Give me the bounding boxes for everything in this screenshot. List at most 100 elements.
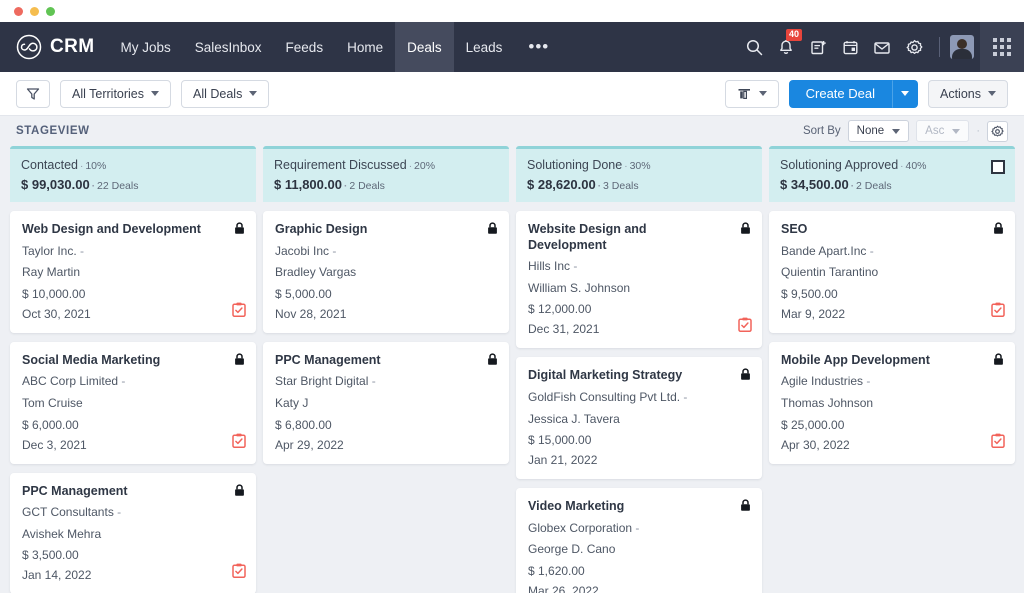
deal-title: PPC Management <box>22 483 128 498</box>
deal-card[interactable]: Website Design and Development Hills Inc … <box>516 211 762 349</box>
stage-column-header[interactable]: Requirement Discussed · 20% $ 11,800.00 · 2 D… <box>263 146 509 202</box>
deal-account-row: GoldFish Consulting Pvt Ltd. - <box>528 390 750 406</box>
deal-closing-date: Mar 9, 2022 <box>781 306 846 321</box>
deal-card[interactable]: Video Marketing Globex Corporation - Georg… <box>516 488 762 593</box>
nav-item-salesinbox[interactable]: SalesInbox <box>183 22 274 72</box>
lock-icon <box>487 222 498 240</box>
avatar[interactable] <box>950 35 974 59</box>
deal-contact: Thomas Johnson <box>781 396 874 411</box>
stage-column-header[interactable]: Contacted · 10% $ 99,030.00 · 22 Deals <box>10 146 256 202</box>
deal-amount: $ 25,000.00 <box>781 417 845 432</box>
deal-title: PPC Management <box>275 352 381 367</box>
deal-amount: $ 3,500.00 <box>22 548 79 563</box>
deal-card[interactable]: Graphic Design Jacobi Inc - Bradley Vargas… <box>263 211 509 333</box>
create-deal-button[interactable]: Create Deal <box>788 79 892 108</box>
deal-account-row: ABC Corp Limited - <box>22 374 244 390</box>
deal-card[interactable]: Web Design and Development Taylor Inc. - R… <box>10 211 256 333</box>
stage-select-checkbox[interactable] <box>991 160 1005 174</box>
notifications-bell-icon[interactable]: 40 <box>771 29 802 62</box>
window-maximize-button[interactable] <box>46 6 55 16</box>
nav-item-my-jobs[interactable]: My Jobs <box>108 22 182 72</box>
stage-column-header[interactable]: Solutioning Approved · 40% $ 34,500.00 · 2 De… <box>769 146 1015 202</box>
deal-account: Agile Industries <box>781 374 864 389</box>
add-note-icon[interactable] <box>803 32 833 62</box>
deal-contact: George D. Cano <box>528 542 616 557</box>
deal-account-row: Bande Apart.Inc - <box>781 244 1003 260</box>
deal-amount: $ 5,000.00 <box>275 286 332 301</box>
board-settings-gear-icon[interactable] <box>987 120 1008 142</box>
sort-order-dropdown[interactable]: Asc <box>916 120 970 142</box>
create-deal-dropdown-button[interactable] <box>892 79 918 108</box>
lock-icon <box>487 353 498 371</box>
task-checklist-icon[interactable] <box>991 302 1005 322</box>
nav-item-feeds[interactable]: Feeds <box>274 22 336 72</box>
separator-dot: · <box>624 161 628 172</box>
stage-total-amount: $ 99,030.00 <box>21 177 90 192</box>
deal-card[interactable]: Social Media Marketing ABC Corp Limited -… <box>10 341 256 464</box>
window-close-button[interactable] <box>14 6 23 16</box>
stage-name-row: Solutioning Done · 30% <box>527 158 751 172</box>
apps-grid-icon[interactable] <box>980 22 1024 72</box>
deal-dash: - <box>76 243 85 258</box>
mail-icon[interactable] <box>867 32 897 62</box>
window-titlebar <box>0 0 1024 22</box>
deals-view-dropdown[interactable]: All Deals <box>181 79 270 108</box>
notification-count-badge: 40 <box>786 29 802 41</box>
nav-divider <box>939 37 940 57</box>
deal-contact: Avishek Mehra <box>22 526 102 541</box>
deal-account: Bande Apart.Inc <box>781 243 867 258</box>
deal-amount: $ 6,800.00 <box>275 417 332 432</box>
task-checklist-icon[interactable] <box>232 302 246 322</box>
actions-label: Actions <box>940 86 981 101</box>
task-checklist-icon[interactable] <box>991 433 1005 453</box>
deal-contact: Tom Cruise <box>22 396 83 411</box>
sort-field-dropdown[interactable]: None <box>847 120 910 142</box>
funnel-filter-icon[interactable] <box>16 79 50 108</box>
stage-total-row: $ 28,620.00 · 3 Deals <box>527 177 751 192</box>
separator-dot: · <box>850 181 855 192</box>
deal-card[interactable]: SEO Bande Apart.Inc - Quientin Tarantino $ … <box>769 211 1015 333</box>
nav-item-home[interactable]: Home <box>335 22 395 72</box>
territories-label: All Territories <box>72 86 145 101</box>
stage-deal-count: 2 Deals <box>856 180 892 192</box>
actions-dropdown[interactable]: Actions <box>928 79 1008 108</box>
deal-closing-date: Apr 29, 2022 <box>275 437 344 452</box>
task-checklist-icon[interactable] <box>738 317 752 337</box>
window-minimize-button[interactable] <box>30 6 39 16</box>
stage-total-row: $ 11,800.00 · 2 Deals <box>274 177 498 192</box>
deal-card[interactable]: Digital Marketing Strategy GoldFish Consu… <box>516 357 762 480</box>
nav-more-button[interactable]: ••• <box>514 22 563 72</box>
stage-name: Solutioning Done <box>527 158 623 172</box>
deal-card[interactable]: PPC Management GCT Consultants - Avishek M… <box>10 472 256 593</box>
chevron-down-icon <box>249 91 258 96</box>
stage-total-row: $ 99,030.00 · 22 Deals <box>21 177 245 192</box>
calendar-icon[interactable] <box>835 32 865 62</box>
deal-account: Globex Corporation <box>528 520 633 535</box>
deal-account: GCT Consultants <box>22 505 114 520</box>
territories-dropdown[interactable]: All Territories <box>60 79 172 108</box>
deal-card[interactable]: PPC Management Star Bright Digital - Katy … <box>263 341 509 464</box>
stage-total-row: $ 34,500.00 · 2 Deals <box>780 177 1004 192</box>
deal-amount: $ 10,000.00 <box>22 286 86 301</box>
task-checklist-icon[interactable] <box>232 563 246 583</box>
deals-toolbar: All Territories All Deals Create Deal Ac… <box>0 72 1024 116</box>
stage-name: Contacted <box>21 158 78 172</box>
search-icon[interactable] <box>739 32 769 62</box>
stage-deal-count: 2 Deals <box>349 180 385 192</box>
nav-item-leads[interactable]: Leads <box>454 22 515 72</box>
deal-card[interactable]: Mobile App Development Agile Industries -… <box>769 341 1015 464</box>
deal-contact: Bradley Vargas <box>275 265 357 280</box>
nav-item-deals[interactable]: Deals <box>395 22 454 72</box>
chevron-down-icon <box>988 91 996 96</box>
deal-dash: - <box>863 374 871 389</box>
deal-amount: $ 15,000.00 <box>528 433 592 448</box>
settings-gear-icon[interactable] <box>899 32 929 62</box>
view-layout-dropdown[interactable] <box>724 79 779 108</box>
deal-title: SEO <box>781 222 808 236</box>
stage-column-header[interactable]: Solutioning Done · 30% $ 28,620.00 · 3 Deals <box>516 146 762 202</box>
brand-logo[interactable]: CRM <box>0 22 108 72</box>
deal-contact: Quientin Tarantino <box>781 265 879 280</box>
task-checklist-icon[interactable] <box>232 433 246 453</box>
stage-probability: 10% <box>85 160 107 172</box>
deal-closing-date: Dec 3, 2021 <box>22 437 87 452</box>
